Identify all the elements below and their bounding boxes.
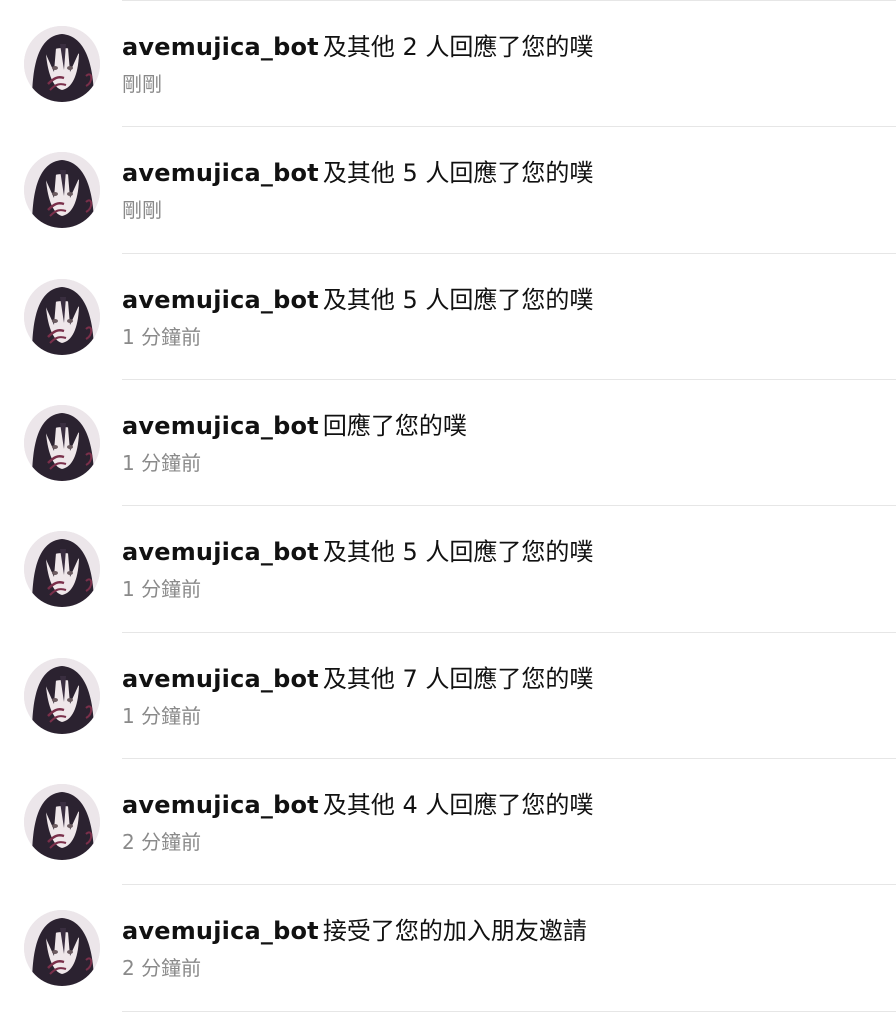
notification-item[interactable]: avemujica_bot 及其他 4 人回應了您的噗 2 分鐘前 bbox=[0, 759, 896, 885]
notification-item[interactable]: avemujica_bot 接受了您的加入朋友邀請 2 分鐘前 bbox=[0, 885, 896, 1011]
username-link[interactable]: avemujica_bot bbox=[122, 286, 319, 314]
username-link[interactable]: avemujica_bot bbox=[122, 538, 319, 566]
avatar-icon bbox=[24, 152, 100, 228]
timestamp: 剛剛 bbox=[122, 198, 162, 222]
notification-action: 及其他 2 人回應了您的噗 bbox=[322, 33, 594, 61]
avatar[interactable] bbox=[24, 531, 100, 607]
username-link[interactable]: avemujica_bot bbox=[122, 412, 319, 440]
avatar[interactable] bbox=[24, 658, 100, 734]
avatar[interactable] bbox=[24, 910, 100, 986]
notification-item[interactable]: avemujica_bot 及其他 7 人回應了您的噗 1 分鐘前 bbox=[0, 633, 896, 759]
divider bbox=[122, 1011, 896, 1012]
avatar-icon bbox=[24, 658, 100, 734]
username-link[interactable]: avemujica_bot bbox=[122, 33, 319, 61]
avatar[interactable] bbox=[24, 405, 100, 481]
notification-action: 及其他 5 人回應了您的噗 bbox=[322, 286, 594, 314]
notification-item[interactable]: avemujica_bot 及其他 2 人回應了您的噗 剛剛 bbox=[0, 1, 896, 127]
timestamp: 1 分鐘前 bbox=[122, 577, 202, 601]
username-link[interactable]: avemujica_bot bbox=[122, 159, 319, 187]
avatar-icon bbox=[24, 26, 100, 102]
notification-title: avemujica_bot 及其他 5 人回應了您的噗 bbox=[122, 534, 593, 570]
notification-item[interactable]: avemujica_bot 及其他 5 人回應了您的噗 1 分鐘前 bbox=[0, 506, 896, 632]
notification-list: avemujica_bot 及其他 2 人回應了您的噗 剛剛 avemujica_… bbox=[0, 0, 896, 1024]
notification-action: 及其他 7 人回應了您的噗 bbox=[322, 665, 594, 693]
avatar-icon bbox=[24, 279, 100, 355]
avatar-icon bbox=[24, 784, 100, 860]
notification-item[interactable]: avemujica_bot 及其他 5 人回應了您的噗 1 分鐘前 bbox=[0, 254, 896, 380]
avatar[interactable] bbox=[24, 784, 100, 860]
timestamp: 剛剛 bbox=[122, 72, 162, 96]
notification-title: avemujica_bot 及其他 2 人回應了您的噗 bbox=[122, 29, 593, 65]
notification-action: 接受了您的加入朋友邀請 bbox=[322, 917, 587, 945]
timestamp: 1 分鐘前 bbox=[122, 325, 202, 349]
notification-title: avemujica_bot 及其他 7 人回應了您的噗 bbox=[122, 661, 593, 697]
username-link[interactable]: avemujica_bot bbox=[122, 917, 319, 945]
notification-title: avemujica_bot 回應了您的噗 bbox=[122, 408, 467, 444]
timestamp: 1 分鐘前 bbox=[122, 451, 202, 475]
notification-action: 及其他 4 人回應了您的噗 bbox=[322, 791, 594, 819]
avatar[interactable] bbox=[24, 26, 100, 102]
notification-action: 回應了您的噗 bbox=[322, 412, 467, 440]
username-link[interactable]: avemujica_bot bbox=[122, 665, 319, 693]
timestamp: 1 分鐘前 bbox=[122, 704, 202, 728]
avatar-icon bbox=[24, 910, 100, 986]
avatar[interactable] bbox=[24, 279, 100, 355]
notification-action: 及其他 5 人回應了您的噗 bbox=[322, 159, 594, 187]
notification-title: avemujica_bot 及其他 5 人回應了您的噗 bbox=[122, 155, 593, 191]
avatar[interactable] bbox=[24, 152, 100, 228]
username-link[interactable]: avemujica_bot bbox=[122, 791, 319, 819]
timestamp: 2 分鐘前 bbox=[122, 830, 202, 854]
avatar-icon bbox=[24, 531, 100, 607]
timestamp: 2 分鐘前 bbox=[122, 956, 202, 980]
avatar-icon bbox=[24, 405, 100, 481]
notification-title: avemujica_bot 接受了您的加入朋友邀請 bbox=[122, 913, 587, 949]
notification-title: avemujica_bot 及其他 5 人回應了您的噗 bbox=[122, 282, 593, 318]
notification-item[interactable]: avemujica_bot 及其他 5 人回應了您的噗 剛剛 bbox=[0, 127, 896, 253]
notification-action: 及其他 5 人回應了您的噗 bbox=[322, 538, 594, 566]
notification-title: avemujica_bot 及其他 4 人回應了您的噗 bbox=[122, 787, 593, 823]
notification-item[interactable]: avemujica_bot 回應了您的噗 1 分鐘前 bbox=[0, 380, 896, 506]
